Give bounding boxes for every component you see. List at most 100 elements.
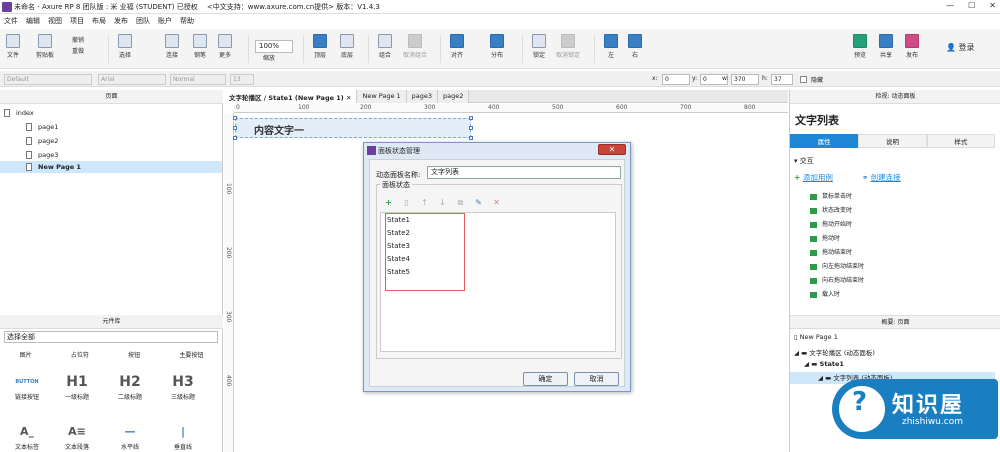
share-button[interactable]: 共享	[879, 34, 893, 59]
tab-state1[interactable]: 文字轮播区 / State1 (New Page 1) ✕	[224, 90, 358, 103]
unlock-button[interactable]: 取消锁定	[556, 34, 580, 59]
dynamic-panel-widget[interactable]: 内容文字一	[235, 118, 471, 138]
menu-publish[interactable]: 发布	[114, 16, 128, 26]
connect-button[interactable]: 连接	[165, 34, 179, 59]
bottom-layer-button[interactable]: 底层	[340, 34, 354, 59]
login-button[interactable]: 👤 登录	[946, 42, 975, 53]
event-onswipeleft[interactable]: 向左拖动结束时	[810, 261, 864, 270]
library-item-text-paragraph[interactable]: A≡ 文本段落	[52, 422, 102, 451]
menu-project[interactable]: 项目	[70, 16, 84, 26]
outline-item-state1[interactable]: ◢ ▬ State1	[804, 360, 844, 368]
weight-select[interactable]: Normal	[170, 74, 226, 85]
event-ondragstart[interactable]: 拖动开始时	[810, 219, 852, 228]
library-item-vertical-line[interactable]: | 垂直线	[158, 422, 208, 451]
page-item-page1[interactable]: page1	[26, 121, 223, 133]
event-ondragend[interactable]: 拖动结束时	[810, 247, 852, 256]
cancel-button[interactable]: 取消	[574, 372, 619, 386]
menu-help[interactable]: 帮助	[180, 16, 194, 26]
state-item-4[interactable]: State4	[387, 255, 410, 263]
zoom-select[interactable]: 100%	[255, 40, 293, 53]
ungroup-button[interactable]: 取消组合	[403, 34, 427, 59]
event-ondrag[interactable]: 拖动时	[810, 233, 840, 242]
preview-button[interactable]: 预览	[853, 34, 867, 59]
library-item-link-button[interactable]: BUTTON 链接按钮	[2, 372, 52, 401]
top-layer-button[interactable]: 顶层	[313, 34, 327, 59]
library-item-text-label[interactable]: A_ 文本标签	[2, 422, 52, 451]
inspector-widget-name[interactable]: 文字列表	[795, 112, 839, 128]
close-tab-icon[interactable]: ✕	[346, 94, 351, 102]
move-up-icon[interactable]: ↑	[420, 198, 429, 207]
page-item-page3[interactable]: page3	[26, 149, 223, 161]
add-state-icon[interactable]: +	[384, 198, 393, 207]
event-onload[interactable]: 载入时	[810, 289, 840, 298]
state-item-3[interactable]: State3	[387, 242, 410, 250]
redo-button[interactable]: 重做	[72, 46, 84, 55]
outline-item-carousel-panel[interactable]: ◢ ▬ 文字轮播区 (动态面板)	[794, 347, 875, 357]
minimize-button[interactable]: —	[946, 1, 954, 10]
outline-item-page[interactable]: ▯ New Page 1	[794, 333, 838, 341]
event-onstatechange[interactable]: 状态改变时	[810, 205, 852, 214]
left-button[interactable]: 左	[604, 34, 618, 59]
w-field[interactable]: 370	[731, 74, 759, 85]
x-field[interactable]: 0	[662, 74, 690, 85]
group-button[interactable]: 组合	[378, 34, 392, 59]
pen-button[interactable]: 钢笔	[193, 34, 207, 59]
library-item-h2[interactable]: H2 二级标题	[105, 372, 155, 401]
state-item-2[interactable]: State2	[387, 229, 410, 237]
h-field[interactable]: 37	[771, 74, 793, 85]
menu-view[interactable]: 视图	[48, 16, 62, 26]
page-item-index[interactable]: index	[4, 107, 223, 119]
library-item-h1[interactable]: H1 一级标题	[52, 372, 102, 401]
resize-handle[interactable]	[233, 126, 237, 130]
style-select[interactable]: Default	[4, 74, 92, 85]
ok-button[interactable]: 确定	[523, 372, 568, 386]
panel-name-input[interactable]: 文字列表	[427, 166, 621, 179]
select-button[interactable]: 选择	[118, 34, 132, 59]
tab-notes[interactable]: 说明	[858, 134, 927, 148]
file-button[interactable]: 文件	[6, 34, 20, 59]
more-button[interactable]: 更多	[218, 34, 232, 59]
state-item-1[interactable]: State1	[387, 216, 410, 224]
menu-account[interactable]: 账户	[158, 16, 172, 26]
add-case-link[interactable]: + 添加用例	[794, 172, 833, 183]
tab-style[interactable]: 样式	[926, 134, 995, 148]
font-select[interactable]: Arial	[98, 74, 166, 85]
menu-layout[interactable]: 布局	[92, 16, 106, 26]
maximize-button[interactable]: ☐	[968, 1, 975, 10]
copy-state-icon[interactable]: ⧉	[456, 198, 465, 207]
tab-properties[interactable]: 属性	[790, 134, 859, 148]
hidden-checkbox[interactable]	[800, 76, 807, 83]
delete-state-icon[interactable]: ✕	[492, 198, 501, 207]
resize-handle[interactable]	[233, 136, 237, 140]
duplicate-state-icon[interactable]: ▯	[402, 198, 411, 207]
library-item-horizontal-line[interactable]: — 水平线	[105, 422, 155, 451]
tab-page3[interactable]: page3	[406, 90, 439, 103]
resize-handle[interactable]	[469, 126, 473, 130]
publish-button[interactable]: 发布	[905, 34, 919, 59]
align-button[interactable]: 对齐	[450, 34, 464, 59]
state-item-5[interactable]: State5	[387, 268, 410, 276]
move-down-icon[interactable]: ↓	[438, 198, 447, 207]
edit-state-icon[interactable]: ✎	[474, 198, 483, 207]
event-onswiperight[interactable]: 向右拖动结束时	[810, 275, 864, 284]
tab-page2[interactable]: page2	[438, 90, 470, 103]
menu-file[interactable]: 文件	[4, 16, 18, 26]
event-onclick[interactable]: 鼠标单击时	[810, 191, 852, 200]
page-item-new-page-1[interactable]: New Page 1	[0, 161, 222, 173]
close-window-button[interactable]: ✕	[989, 1, 996, 10]
undo-button[interactable]: 撤销	[72, 35, 84, 44]
resize-handle[interactable]	[469, 136, 473, 140]
distribute-button[interactable]: 分布	[490, 34, 504, 59]
resize-handle[interactable]	[233, 116, 237, 120]
right-button[interactable]: 右	[628, 34, 642, 59]
menu-team[interactable]: 团队	[136, 16, 150, 26]
page-item-page2[interactable]: page2	[26, 135, 223, 147]
dialog-close-button[interactable]: ✕	[598, 144, 626, 155]
clipboard-button[interactable]: 剪贴板	[36, 34, 54, 59]
resize-handle[interactable]	[469, 116, 473, 120]
library-item-h3[interactable]: H3 三级标题	[158, 372, 208, 401]
size-select[interactable]: 13	[230, 74, 254, 85]
menu-edit[interactable]: 编辑	[26, 16, 40, 26]
library-filter-select[interactable]: 选择全部	[4, 331, 218, 343]
tab-new-page-1[interactable]: New Page 1	[357, 90, 407, 103]
